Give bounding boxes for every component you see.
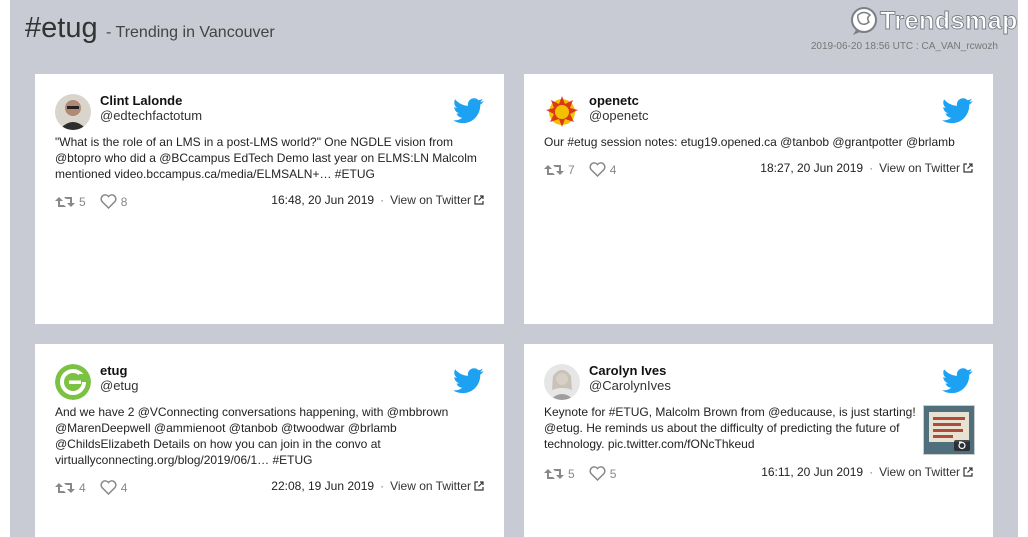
like-count-value: 5 [609, 466, 617, 481]
user-name[interactable]: Carolyn Ives [589, 363, 666, 378]
like-count[interactable]: 5 [589, 466, 617, 481]
tweet-meta: 22:08, 19 Jun 2019 · View on Twitter [271, 479, 484, 493]
view-on-twitter-link[interactable]: View on Twitter [390, 193, 484, 207]
generation-timestamp: 2019-06-20 18:56 UTC : CA_VAN_rcwozh [810, 41, 998, 52]
retweet-count[interactable]: 5 [544, 467, 575, 481]
view-on-twitter-label: View on Twitter [879, 465, 960, 479]
retweet-count-value: 5 [568, 466, 575, 481]
like-count-value: 4 [120, 480, 128, 495]
twitter-bird-icon[interactable] [453, 98, 484, 124]
tweet-meta: 18:27, 20 Jun 2019 · View on Twitter [760, 161, 973, 175]
tweet-stats: 7 4 [544, 162, 630, 177]
avatar[interactable] [544, 94, 580, 130]
separator-dot: · [869, 465, 874, 479]
trending-location: - Trending in Vancouver [106, 24, 275, 41]
like-count[interactable]: 4 [100, 480, 128, 495]
tweet-stats: 5 5 [544, 466, 630, 481]
tweet-stats: 5 8 [55, 194, 141, 209]
tweet-text: "What is the role of an LMS in a post-LM… [55, 135, 477, 181]
retweet-count[interactable]: 4 [55, 481, 86, 495]
retweet-icon [55, 482, 75, 493]
tweet-text: Keynote for #ETUG, Malcolm Brown from @e… [544, 405, 916, 451]
avatar[interactable] [55, 364, 91, 400]
separator-dot: · [380, 193, 385, 207]
user-name[interactable]: etug [100, 363, 127, 378]
user-handle[interactable]: @openetc [589, 108, 648, 123]
tweet-text: And we have 2 @VConnecting conversations… [55, 405, 449, 467]
user-handle[interactable]: @etug [100, 378, 139, 393]
user-name[interactable]: openetc [589, 93, 639, 108]
view-on-twitter-label: View on Twitter [390, 193, 471, 207]
avatar[interactable] [55, 94, 91, 130]
heart-icon [589, 466, 606, 481]
tweet-text: Our #etug session notes: etug19.opened.c… [544, 135, 955, 149]
tweet-meta: 16:11, 20 Jun 2019 · View on Twitter [761, 465, 973, 479]
external-link-icon [474, 195, 484, 205]
retweet-count-value: 4 [79, 480, 86, 495]
separator-dot: · [869, 161, 874, 175]
trendsmap-globe-icon [851, 7, 877, 35]
heart-icon [100, 194, 117, 209]
external-link-icon [963, 163, 973, 173]
twitter-bird-icon[interactable] [942, 98, 973, 124]
tweet-card: Carolyn Ives @CarolynIves Keynote for #E… [524, 344, 993, 537]
tweet-time[interactable]: 18:27, 20 Jun 2019 [760, 161, 863, 175]
user-handle[interactable]: @edtechfactotum [100, 108, 202, 123]
retweet-icon [55, 196, 75, 207]
tweet-time[interactable]: 22:08, 19 Jun 2019 [271, 479, 374, 493]
avatar[interactable] [544, 364, 580, 400]
page-title: #etug - Trending in Vancouver [25, 12, 275, 45]
tweet-card: etug @etug And we have 2 @VConnecting co… [35, 344, 504, 537]
tweet-card: openetc @openetc Our #etug session notes… [524, 74, 993, 324]
like-count-value: 8 [120, 194, 128, 209]
twitter-bird-icon[interactable] [942, 368, 973, 394]
tweet-time[interactable]: 16:11, 20 Jun 2019 [761, 465, 863, 479]
view-on-twitter-label: View on Twitter [879, 161, 960, 175]
retweet-icon [544, 468, 564, 479]
retweet-count-value: 7 [568, 162, 575, 177]
tweet-stats: 4 4 [55, 480, 141, 495]
retweet-count-value: 5 [79, 194, 86, 209]
like-count-value: 4 [609, 162, 617, 177]
view-on-twitter-link[interactable]: View on Twitter [879, 161, 973, 175]
tweet-photo-thumbnail[interactable] [923, 405, 975, 455]
tweet-time[interactable]: 16:48, 20 Jun 2019 [271, 193, 374, 207]
retweet-count[interactable]: 5 [55, 195, 86, 209]
view-on-twitter-link[interactable]: View on Twitter [390, 479, 484, 493]
logo-text: Trendsmap [880, 6, 1018, 35]
heart-icon [100, 480, 117, 495]
retweet-count[interactable]: 7 [544, 163, 575, 177]
user-handle[interactable]: @CarolynIves [589, 378, 671, 393]
user-name[interactable]: Clint Lalonde [100, 93, 182, 108]
heart-icon [589, 162, 606, 177]
external-link-icon [474, 481, 484, 491]
view-on-twitter-link[interactable]: View on Twitter [879, 465, 973, 479]
twitter-bird-icon[interactable] [453, 368, 484, 394]
like-count[interactable]: 4 [589, 162, 617, 177]
external-link-icon [963, 467, 973, 477]
hashtag-title[interactable]: #etug [25, 12, 98, 44]
separator-dot: · [380, 479, 385, 493]
view-on-twitter-label: View on Twitter [390, 479, 471, 493]
trendsmap-logo[interactable]: Trendsmap [850, 6, 1018, 36]
tweet-meta: 16:48, 20 Jun 2019 · View on Twitter [271, 193, 484, 207]
like-count[interactable]: 8 [100, 194, 128, 209]
retweet-icon [544, 164, 564, 175]
tweet-card: Clint Lalonde @edtechfactotum "What is t… [35, 74, 504, 324]
